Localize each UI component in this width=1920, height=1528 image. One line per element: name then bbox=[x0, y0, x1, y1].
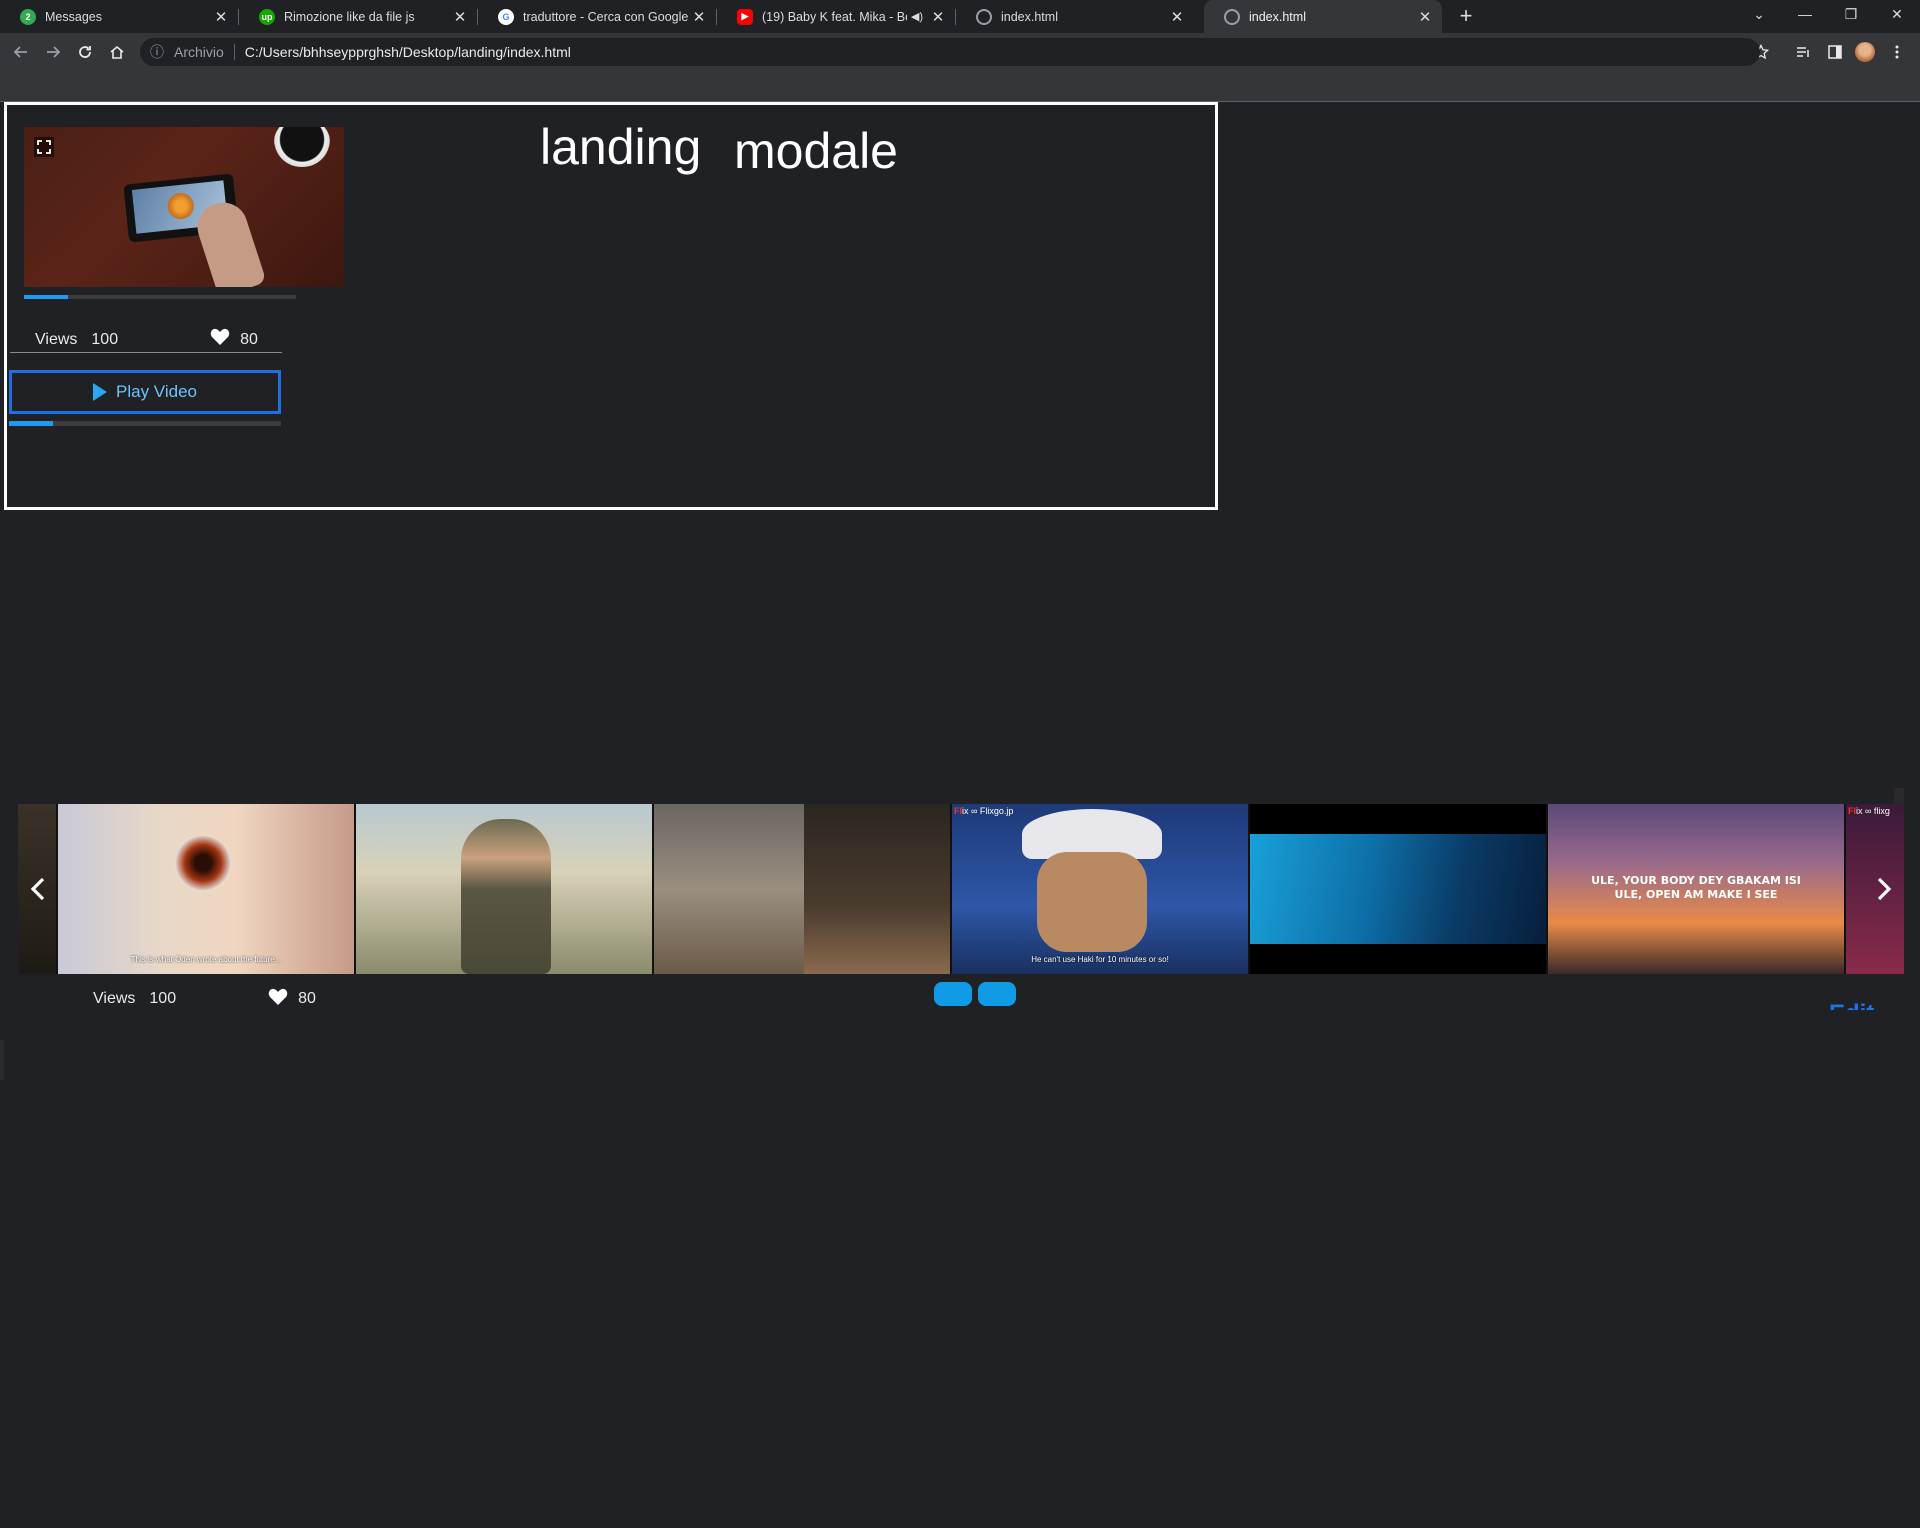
globe-icon bbox=[976, 8, 992, 25]
tab-title: traduttore - Cerca con Google bbox=[523, 9, 689, 24]
close-window-button[interactable]: ✕ bbox=[1874, 0, 1920, 30]
slide-watermark: Flix ∞ Flixgo.jp bbox=[954, 806, 1014, 816]
close-tab-icon[interactable]: ✕ bbox=[212, 8, 230, 26]
close-tab-icon[interactable]: ✕ bbox=[1416, 8, 1434, 26]
page-title-landing: landing bbox=[540, 119, 702, 175]
titan-graphic bbox=[804, 804, 950, 974]
url-text[interactable]: C:/Users/bhhseypprghsh/Desktop/landing/i… bbox=[245, 44, 571, 60]
minimize-button[interactable]: — bbox=[1782, 0, 1828, 30]
slide-underwater[interactable] bbox=[1250, 804, 1546, 974]
video-progress-bar[interactable] bbox=[24, 295, 296, 299]
reload-icon[interactable] bbox=[72, 39, 98, 65]
bookmarks-bar bbox=[0, 70, 1920, 102]
youtube-icon: ▶ bbox=[737, 8, 753, 25]
video-progress-fill bbox=[24, 295, 68, 299]
carousel-dot-1[interactable] bbox=[934, 982, 972, 1006]
carousel-next-button[interactable] bbox=[1866, 804, 1902, 974]
forward-icon[interactable] bbox=[40, 39, 66, 65]
slide-subtitle: This is what Oden wrote about the future… bbox=[130, 955, 282, 964]
globe-icon bbox=[1224, 8, 1240, 25]
lyrics-line-2: ULE, OPEN AM MAKE I SEE bbox=[1614, 888, 1778, 901]
slide-officer[interactable] bbox=[356, 804, 652, 974]
slide-titan[interactable] bbox=[654, 804, 950, 974]
address-bar[interactable]: ⓘ Archivio C:/Users/bhhseypprghsh/Deskto… bbox=[140, 38, 1760, 66]
tab-title: Messages bbox=[45, 9, 102, 24]
avatar[interactable] bbox=[1852, 39, 1878, 65]
site-info-icon[interactable]: ⓘ bbox=[150, 42, 166, 62]
views-count: 100 bbox=[149, 990, 177, 1007]
heart-icon[interactable] bbox=[210, 328, 230, 351]
carousel-dot-2[interactable] bbox=[978, 982, 1016, 1006]
underwater-graphic bbox=[1250, 834, 1546, 944]
carousel-prev-button[interactable] bbox=[20, 804, 56, 974]
coffee-cup-graphic bbox=[274, 127, 330, 167]
play-video-button[interactable]: Play Video bbox=[9, 370, 281, 414]
likes-count: 80 bbox=[298, 990, 316, 1007]
carousel-stats: Views 100 80 bbox=[93, 986, 316, 1012]
kebab-menu-icon[interactable] bbox=[1884, 39, 1910, 65]
restore-button[interactable]: ❐ bbox=[1828, 0, 1874, 30]
tab-index-active[interactable]: index.html ✕ bbox=[1204, 0, 1442, 33]
tab-index-1[interactable]: index.html ✕ bbox=[956, 0, 1194, 33]
page-edge-handle bbox=[0, 1040, 4, 1080]
scrollbar-thumb[interactable] bbox=[1894, 788, 1904, 804]
tab-title: index.html bbox=[1001, 9, 1058, 24]
egg-graphic bbox=[166, 191, 196, 221]
lyrics-line-1: ULE, YOUR BODY DEY GBAKAM ISI bbox=[1591, 874, 1801, 887]
edit-link[interactable]: Edit bbox=[1829, 996, 1889, 1010]
close-tab-icon[interactable]: ✕ bbox=[1168, 8, 1186, 26]
close-tab-icon[interactable]: ✕ bbox=[929, 8, 947, 26]
tab-messages[interactable]: 2 Messages ✕ bbox=[0, 0, 239, 33]
tab-rimozione-like[interactable]: up Rimozione like da file js ✕ bbox=[239, 0, 478, 33]
home-icon[interactable] bbox=[104, 39, 130, 65]
views-label: Views bbox=[93, 990, 136, 1007]
new-tab-button[interactable]: + bbox=[1454, 4, 1478, 28]
tab-title: (19) Baby K feat. Mika - Bolero bbox=[762, 9, 907, 24]
tab-title: index.html bbox=[1249, 9, 1306, 24]
officer-graphic bbox=[461, 819, 551, 974]
slide-anime-eye[interactable]: This is what Oden wrote about the future… bbox=[58, 804, 354, 974]
views-count: 100 bbox=[91, 330, 119, 348]
page-title-modale: modale bbox=[734, 123, 898, 179]
play-icon bbox=[93, 383, 108, 401]
play-video-label: Play Video bbox=[116, 382, 197, 401]
google-icon: G bbox=[498, 8, 514, 25]
video-carousel: This is what Oden wrote about the future… bbox=[18, 804, 1904, 974]
media-control-icon[interactable] bbox=[1790, 39, 1816, 65]
close-tab-icon[interactable]: ✕ bbox=[690, 8, 708, 26]
omnibox-divider bbox=[233, 44, 235, 60]
tab-search-icon[interactable]: ⌄ bbox=[1736, 0, 1782, 30]
tab-youtube[interactable]: ▶ (19) Baby K feat. Mika - Bolero ◀) ✕ bbox=[717, 0, 956, 33]
back-icon[interactable] bbox=[8, 39, 34, 65]
face-graphic bbox=[1037, 852, 1147, 952]
slide-lyrics: ULE, YOUR BODY DEY GBAKAM ISI ULE, OPEN … bbox=[1548, 874, 1844, 902]
button-progress-fill bbox=[9, 421, 53, 426]
eye-graphic bbox=[168, 834, 238, 892]
messages-icon: 2 bbox=[20, 8, 36, 25]
heart-icon[interactable] bbox=[268, 988, 288, 1011]
tab-title: Rimozione like da file js bbox=[284, 9, 415, 24]
button-progress-bar bbox=[9, 421, 281, 426]
slide-subtitle: He can't use Haki for 10 minutes or so! bbox=[1031, 955, 1169, 964]
likes-count: 80 bbox=[240, 330, 258, 348]
views-label: Views bbox=[35, 330, 78, 348]
side-panel-icon[interactable] bbox=[1822, 39, 1848, 65]
close-tab-icon[interactable]: ✕ bbox=[451, 8, 469, 26]
tab-traduttore[interactable]: G traduttore - Cerca con Google ✕ bbox=[478, 0, 717, 33]
slide-law[interactable]: Flix ∞ Flixgo.jp He can't use Haki for 1… bbox=[952, 804, 1248, 974]
speaker-icon[interactable]: ◀) bbox=[911, 10, 923, 23]
video-player[interactable] bbox=[24, 127, 344, 287]
security-label: Archivio bbox=[174, 44, 224, 60]
tab-strip: 2 Messages ✕ up Rimozione like da file j… bbox=[0, 0, 1920, 33]
slide-sunset[interactable]: ULE, YOUR BODY DEY GBAKAM ISI ULE, OPEN … bbox=[1548, 804, 1844, 974]
fullscreen-icon[interactable] bbox=[34, 137, 54, 157]
video-stats: Views 100 80 bbox=[10, 327, 282, 353]
upwork-icon: up bbox=[259, 8, 275, 25]
